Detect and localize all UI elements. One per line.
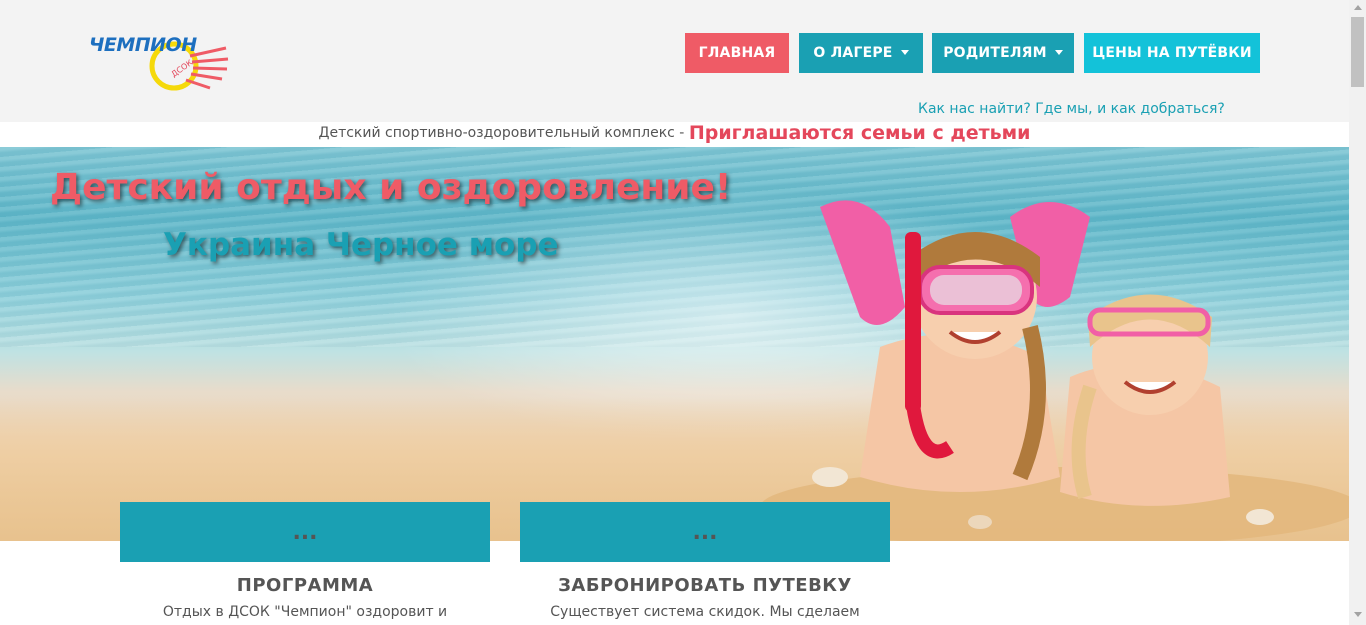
find-us-link[interactable]: Как нас найти? Где мы, и как добраться? [918, 101, 1225, 117]
nav-home-button[interactable]: ГЛАВНАЯ [685, 33, 789, 73]
card-band[interactable]: ... [120, 502, 490, 562]
caret-down-icon [1054, 49, 1063, 55]
nav-prices-button[interactable]: ЦЕНЫ НА ПУТЁВКИ [1084, 33, 1260, 73]
feature-card-program: ... ПРОГРАММА Отдых в ДСОК "Чемпион" озд… [120, 502, 490, 620]
tagline: Детский спортивно-оздоровительный компле… [0, 122, 1349, 147]
nav-home-label: ГЛАВНАЯ [698, 45, 776, 61]
tagline-accent: Приглашаются семьи с детьми [688, 122, 1031, 144]
page: ЧЕМПИОН ДСОК ГЛАВНАЯ О ЛАГЕРЕ РОДИТЕЛЯМ … [0, 0, 1349, 625]
caret-down-icon [900, 49, 909, 55]
card-band[interactable]: ... [520, 502, 890, 562]
nav-prices-label: ЦЕНЫ НА ПУТЁВКИ [1092, 45, 1252, 61]
scroll-up-arrow-icon[interactable] [1354, 5, 1362, 10]
card-title[interactable]: ПРОГРАММА [120, 575, 490, 596]
logo[interactable]: ЧЕМПИОН ДСОК [86, 26, 231, 92]
hero-banner: Детский отдых и оздоровление! Украина Че… [0, 147, 1349, 541]
hero-subtitle: Украина Черное море [163, 227, 559, 263]
nav-camp-dropdown[interactable]: О ЛАГЕРЕ [799, 33, 923, 73]
card-text: Отдых в ДСОК "Чемпион" оздоровит и [162, 604, 448, 620]
nav-parents-dropdown[interactable]: РОДИТЕЛЯМ [932, 33, 1074, 73]
scroll-down-arrow-icon[interactable] [1354, 612, 1362, 617]
logo-text: ЧЕМПИОН [89, 34, 197, 56]
scroll-thumb[interactable] [1351, 17, 1364, 87]
card-text: Существует система скидок. Мы сделаем [550, 604, 860, 620]
feature-card-booking: ... ЗАБРОНИРОВАТЬ ПУТЕВКУ Существует сис… [520, 502, 890, 620]
header: ЧЕМПИОН ДСОК ГЛАВНАЯ О ЛАГЕРЕ РОДИТЕЛЯМ … [0, 0, 1349, 122]
tagline-text: Детский спортивно-оздоровительный компле… [318, 125, 689, 141]
vertical-scrollbar[interactable] [1349, 0, 1366, 625]
card-title[interactable]: ЗАБРОНИРОВАТЬ ПУТЕВКУ [520, 575, 890, 596]
hero-title: Детский отдых и оздоровление! [50, 167, 732, 208]
nav-camp-label: О ЛАГЕРЕ [813, 45, 893, 61]
nav-parents-label: РОДИТЕЛЯМ [943, 45, 1047, 61]
